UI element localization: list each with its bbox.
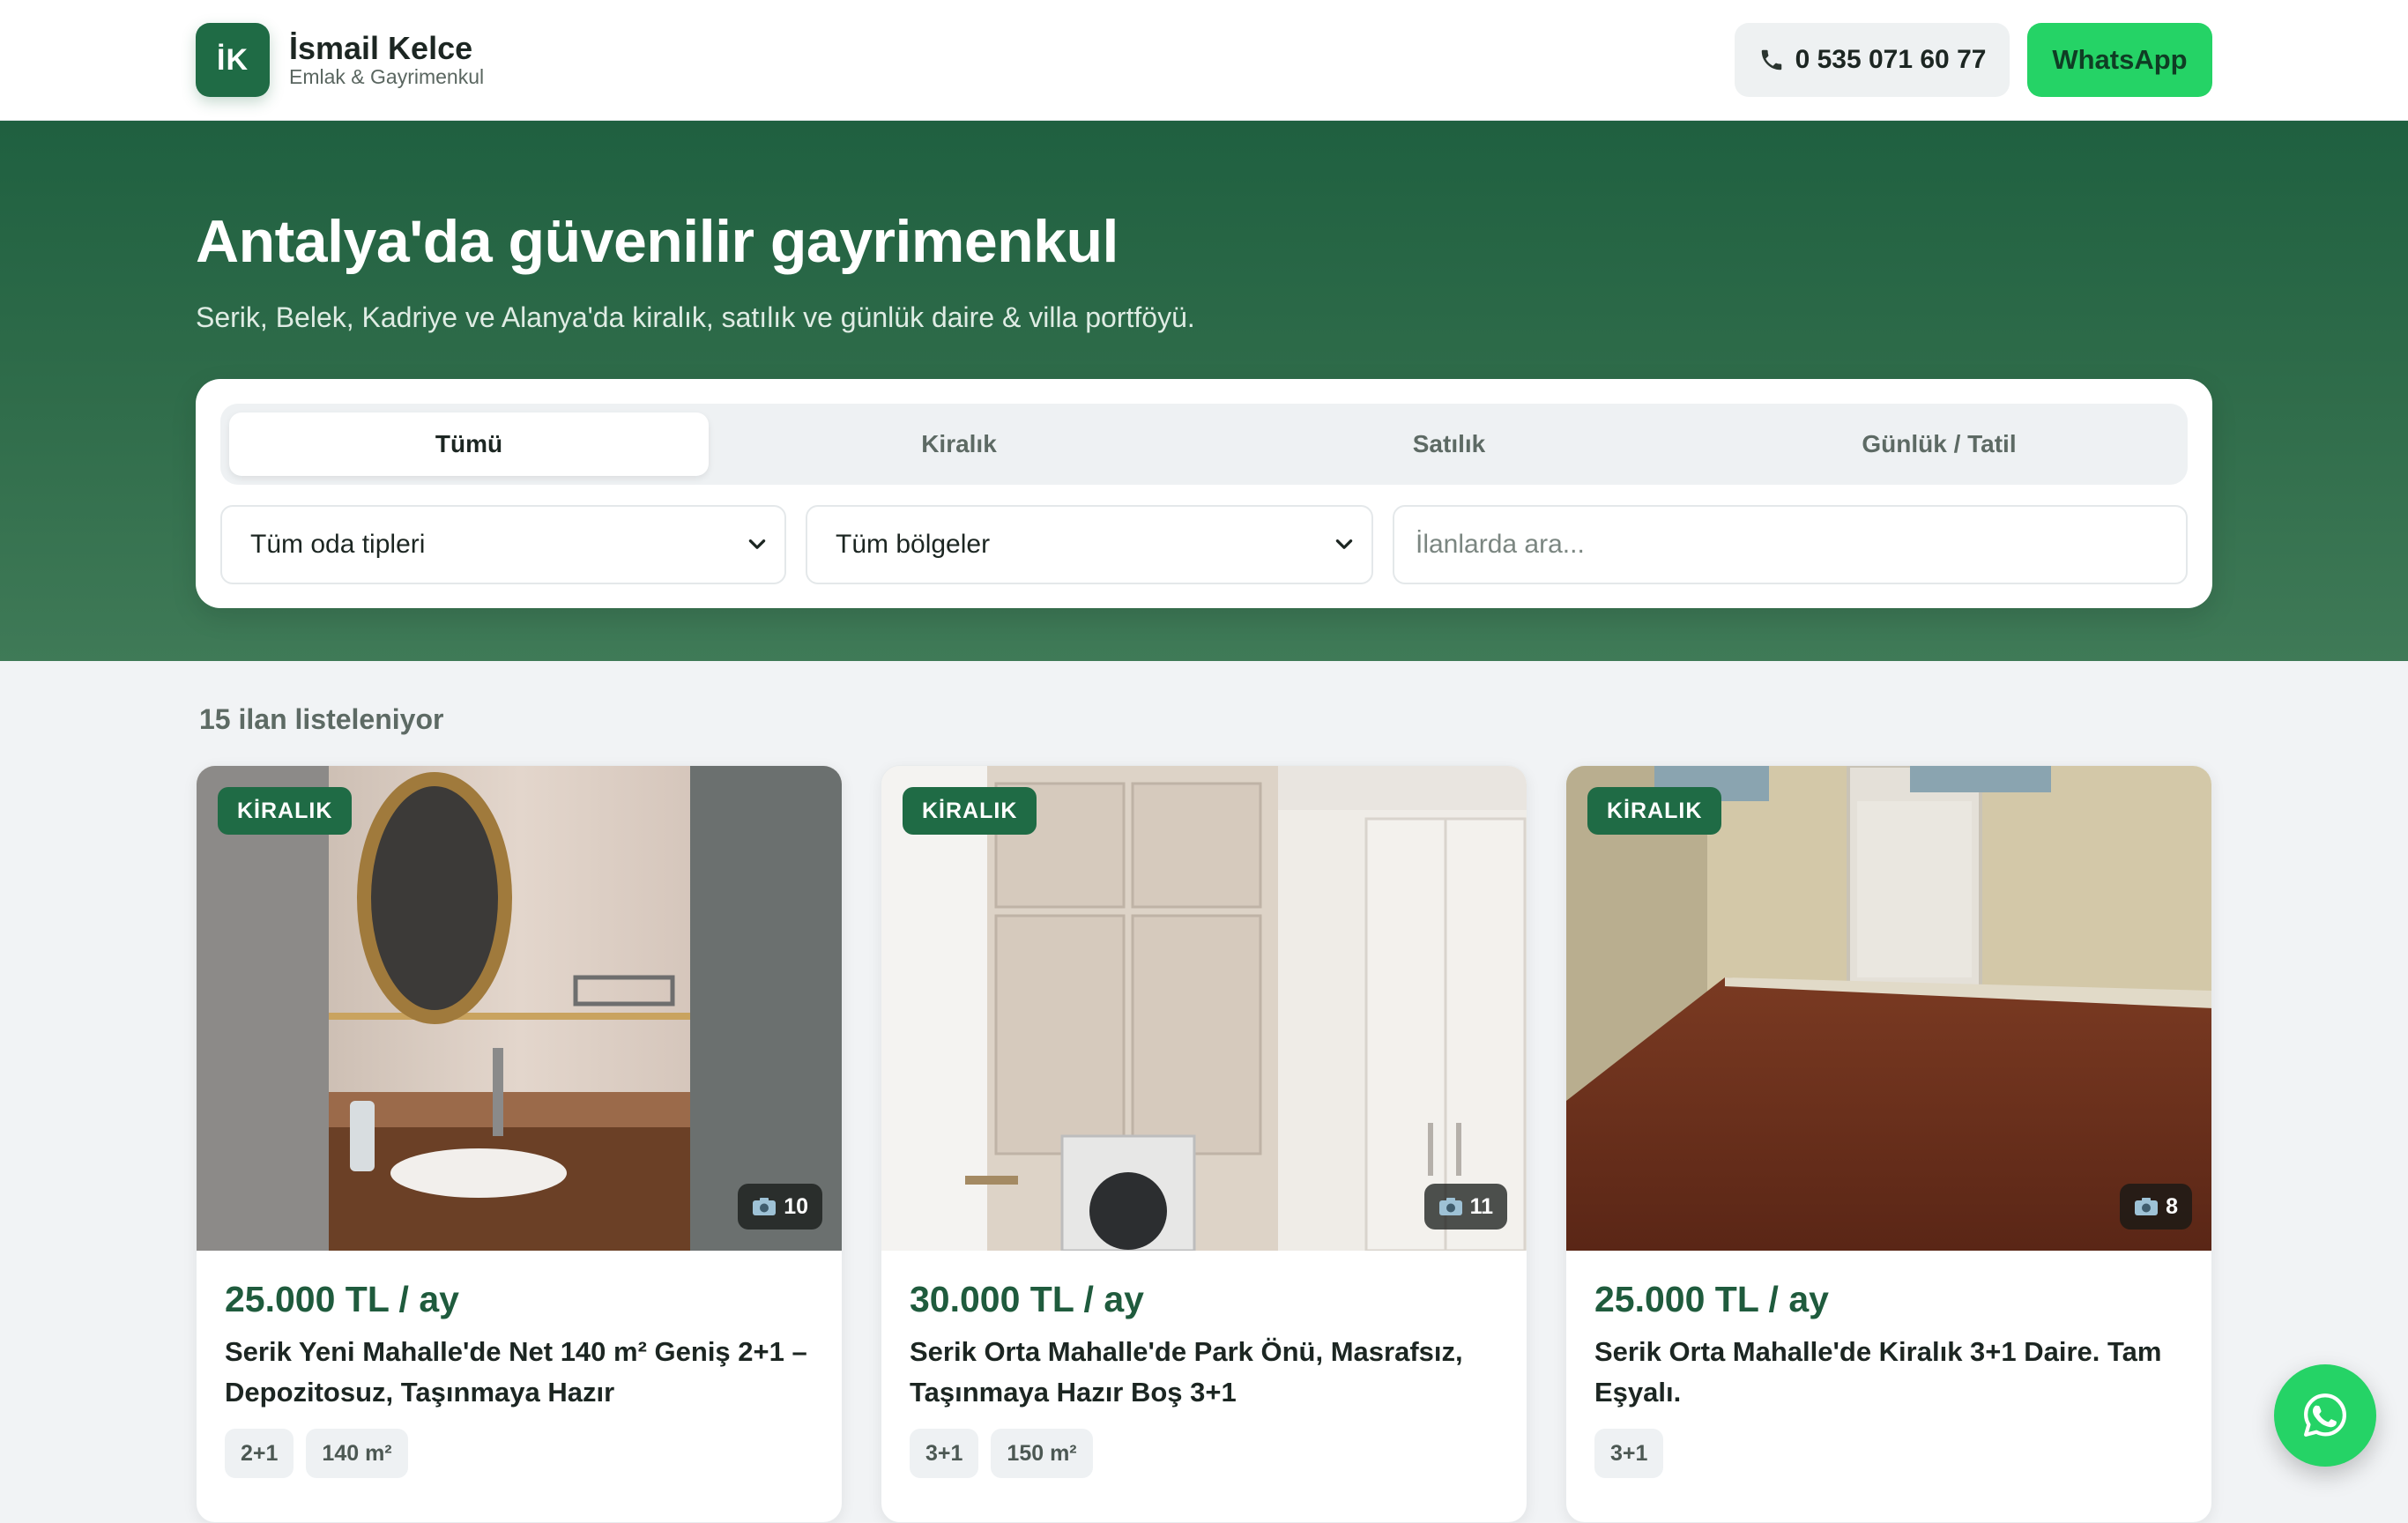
- tab-rent[interactable]: Kiralık: [719, 412, 1199, 476]
- search-panel: Tümü Kiralık Satılık Günlük / Tatil Tüm …: [196, 379, 2212, 608]
- tab-all[interactable]: Tümü: [229, 412, 709, 476]
- area-chip: 150 m²: [991, 1429, 1093, 1478]
- camera-icon: [753, 1198, 777, 1215]
- wardrobe-photo-illustration: [881, 766, 1527, 1251]
- logo-badge[interactable]: İK: [196, 23, 270, 97]
- listing-photo[interactable]: KİRALIK 11: [881, 766, 1527, 1251]
- listing-chips: 2+1 140 m²: [225, 1429, 408, 1478]
- site-header: İK İsmail Kelce Emlak & Gayrimenkul 0 53…: [0, 0, 2408, 121]
- room-type-value: Tüm oda tipleri: [250, 530, 426, 559]
- photo-count: 8: [2120, 1184, 2192, 1230]
- brand-subtitle: Emlak & Gayrimenkul: [289, 65, 485, 88]
- area-chip: 140 m²: [306, 1429, 408, 1478]
- listing-price: 25.000 TL / ay: [225, 1279, 459, 1319]
- whatsapp-icon: [2304, 1393, 2346, 1437]
- hero-title: Antalya'da güvenilir gayrimenkul: [196, 208, 1119, 275]
- hero-subtitle: Serik, Belek, Kadriye ve Alanya'da kiral…: [196, 301, 1195, 333]
- listing-type-badge: KİRALIK: [218, 787, 353, 835]
- empty-room-photo-illustration: [1566, 766, 2211, 1251]
- whatsapp-button[interactable]: WhatsApp: [2027, 23, 2212, 97]
- listing-type-badge: KİRALIK: [903, 787, 1037, 835]
- listing-type-badge: KİRALIK: [1587, 787, 1722, 835]
- listing-photo[interactable]: KİRALIK 10: [197, 766, 842, 1251]
- search-input[interactable]: [1393, 505, 2188, 584]
- phone-icon: [1761, 49, 1781, 71]
- listing-title[interactable]: Serik Orta Mahalle'de Park Önü, Masrafsı…: [910, 1332, 1509, 1413]
- chevron-down-icon: [748, 539, 766, 549]
- listing-title[interactable]: Serik Yeni Mahalle'de Net 140 m² Geniş 2…: [225, 1332, 824, 1413]
- listing-count: 15 ilan listeleniyor: [199, 703, 444, 735]
- camera-icon: [2135, 1198, 2159, 1215]
- listing-card[interactable]: KİRALIK 10 25.000 TL / ay Serik Yeni Mah…: [196, 765, 843, 1523]
- photo-count-value: 8: [2166, 1193, 2178, 1219]
- floating-whatsapp-button[interactable]: [2274, 1364, 2376, 1467]
- bathroom-photo-illustration: [197, 766, 842, 1251]
- hero-section: Antalya'da güvenilir gayrimenkul Serik, …: [0, 121, 2408, 661]
- room-chip: 3+1: [1594, 1429, 1664, 1478]
- listing-type-tabs: Tümü Kiralık Satılık Günlük / Tatil: [220, 404, 2188, 485]
- listing-chips: 3+1: [1594, 1429, 1664, 1478]
- tab-daily[interactable]: Günlük / Tatil: [1699, 412, 2179, 476]
- room-type-select[interactable]: Tüm oda tipleri: [220, 505, 786, 584]
- chevron-down-icon: [1335, 539, 1353, 549]
- listing-title[interactable]: Serik Orta Mahalle'de Kiralık 3+1 Daire.…: [1594, 1332, 2194, 1413]
- tab-sale[interactable]: Satılık: [1209, 412, 1689, 476]
- camera-icon: [1438, 1198, 1462, 1215]
- room-chip: 3+1: [910, 1429, 979, 1478]
- room-chip: 2+1: [225, 1429, 294, 1478]
- photo-count-value: 10: [784, 1193, 808, 1219]
- brand-name[interactable]: İsmail Kelce: [289, 30, 472, 67]
- region-value: Tüm bölgeler: [836, 530, 991, 559]
- region-select[interactable]: Tüm bölgeler: [806, 505, 1373, 584]
- photo-count: 11: [1423, 1184, 1507, 1230]
- listing-chips: 3+1 150 m²: [910, 1429, 1093, 1478]
- listing-price: 25.000 TL / ay: [1594, 1279, 1829, 1319]
- photo-count: 10: [738, 1184, 822, 1230]
- listing-card[interactable]: KİRALIK 11 30.000 TL / ay Serik Orta Mah…: [881, 765, 1527, 1523]
- listing-photo[interactable]: KİRALIK 8: [1566, 766, 2211, 1251]
- photo-count-value: 11: [1469, 1193, 1493, 1219]
- phone-button[interactable]: 0 535 071 60 77: [1735, 23, 2010, 97]
- listing-card[interactable]: KİRALIK 8 25.000 TL / ay Serik Orta Maha…: [1565, 765, 2212, 1523]
- listing-price: 30.000 TL / ay: [910, 1279, 1144, 1319]
- phone-number: 0 535 071 60 77: [1795, 45, 1987, 74]
